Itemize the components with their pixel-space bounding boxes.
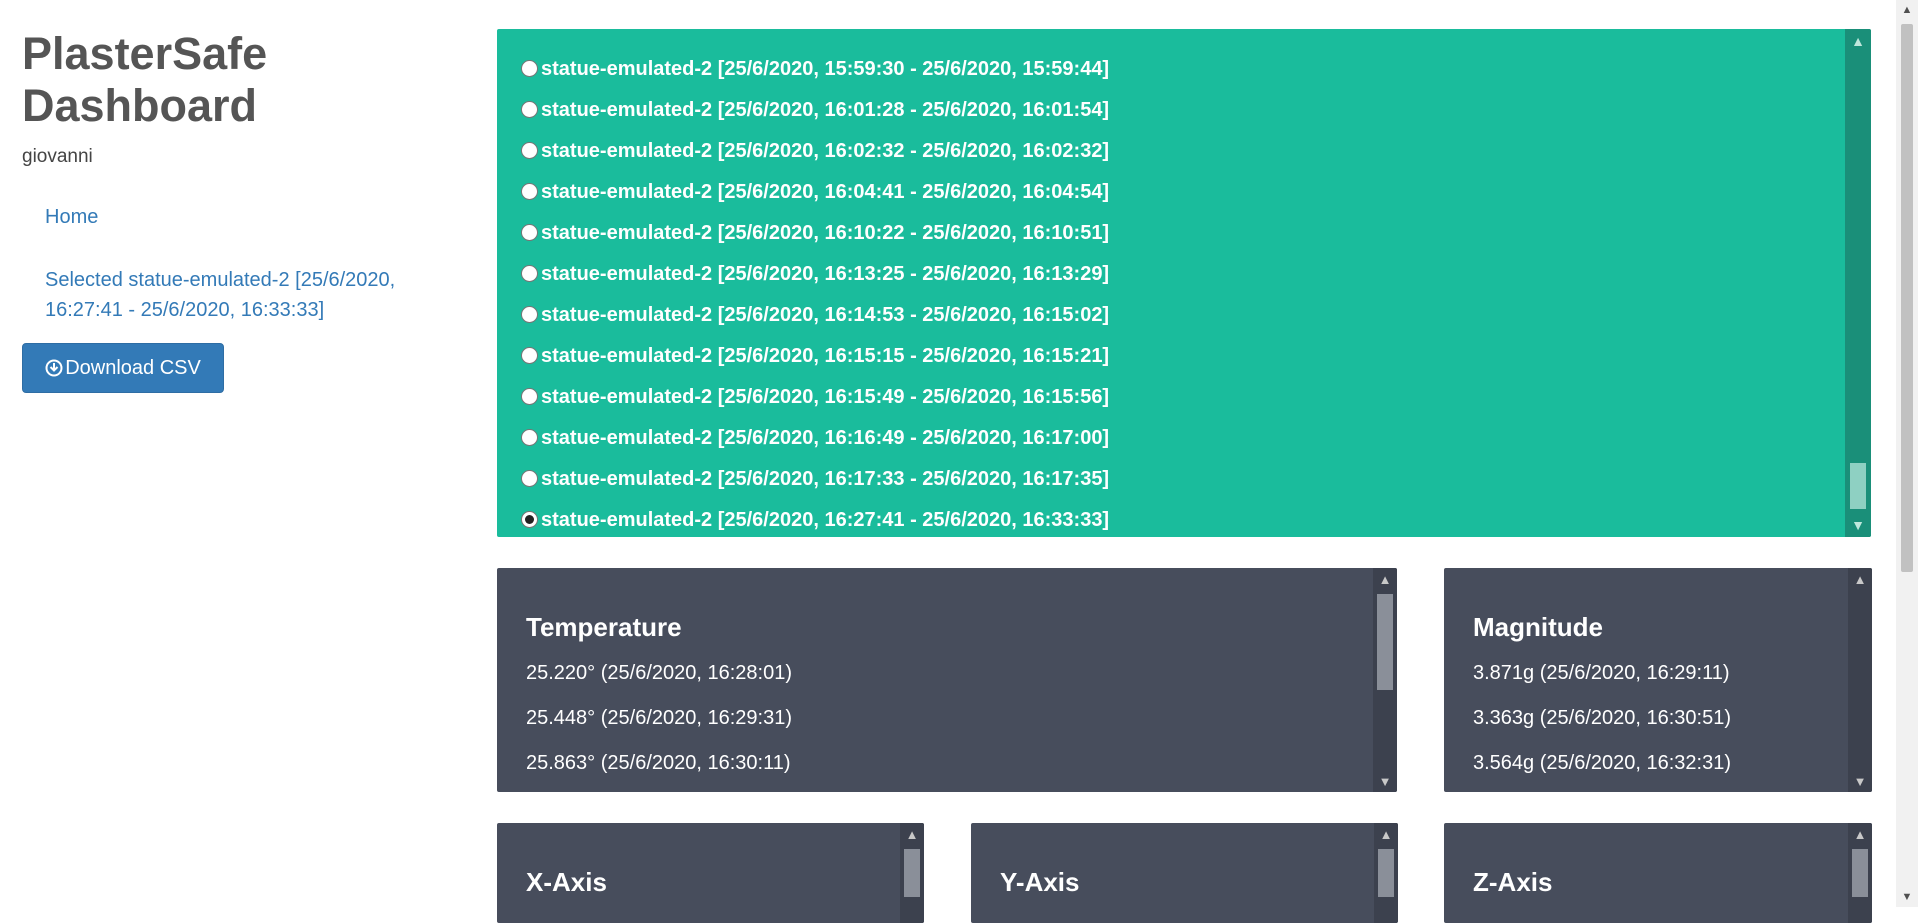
scroll-down-arrow-icon[interactable]: ▼ xyxy=(1848,770,1872,792)
z-axis-title: Z-Axis xyxy=(1473,867,1553,897)
scrollbar-thumb[interactable] xyxy=(1852,849,1868,897)
page-scroll-up-icon[interactable]: ▲ xyxy=(1896,0,1918,20)
x-axis-card: X-Axis ▲ xyxy=(497,823,924,923)
session-label: statue-emulated-2 [25/6/2020, 16:17:33 -… xyxy=(541,468,1110,490)
session-radio[interactable] xyxy=(521,511,538,528)
session-label: statue-emulated-2 [25/6/2020, 16:14:53 -… xyxy=(541,304,1110,326)
y-axis-title: Y-Axis xyxy=(1000,867,1080,897)
scroll-up-arrow-icon[interactable]: ▲ xyxy=(1373,568,1397,590)
session-row[interactable]: statue-emulated-2 [25/6/2020, 16:15:49 -… xyxy=(521,378,1823,414)
session-label: statue-emulated-2 [25/6/2020, 16:04:41 -… xyxy=(541,181,1110,203)
session-row[interactable]: statue-emulated-2 [25/6/2020, 16:02:32 -… xyxy=(521,132,1823,168)
z-axis-card: Z-Axis ▲ xyxy=(1444,823,1872,923)
download-circle-icon xyxy=(45,359,63,377)
session-row[interactable]: statue-emulated-2 [25/6/2020, 16:15:15 -… xyxy=(521,337,1823,373)
session-row[interactable]: statue-emulated-2 [25/6/2020, 16:01:28 -… xyxy=(521,91,1823,127)
session-label: statue-emulated-2 [25/6/2020, 16:02:32 -… xyxy=(541,140,1110,162)
nav-home-link[interactable]: Home xyxy=(45,202,98,232)
session-radio[interactable] xyxy=(521,388,538,405)
app-title: PlasterSafe Dashboard xyxy=(22,28,268,131)
session-row[interactable]: statue-emulated-2 [25/6/2020, 16:14:53 -… xyxy=(521,296,1823,332)
scrollbar-thumb[interactable] xyxy=(904,849,920,897)
session-radio[interactable] xyxy=(521,60,538,77)
y-axis-scrollbar[interactable]: ▲ xyxy=(1374,823,1398,923)
download-csv-label: Download CSV xyxy=(65,356,201,379)
temperature-title: Temperature xyxy=(526,612,682,642)
download-csv-button[interactable]: Download CSV xyxy=(22,343,224,393)
session-list: statue-emulated-2 [25/6/2020, 15:59:30 -… xyxy=(497,29,1871,537)
session-label: statue-emulated-2 [25/6/2020, 16:15:49 -… xyxy=(541,386,1110,408)
scrollbar-thumb[interactable] xyxy=(1850,463,1866,509)
session-row[interactable]: statue-emulated-2 [25/6/2020, 16:16:49 -… xyxy=(521,419,1823,455)
y-axis-card: Y-Axis ▲ xyxy=(971,823,1398,923)
session-label: statue-emulated-2 [25/6/2020, 16:27:41 -… xyxy=(541,509,1110,531)
session-label: statue-emulated-2 [25/6/2020, 16:01:28 -… xyxy=(541,99,1110,121)
magnitude-scrollbar[interactable]: ▲ ▼ xyxy=(1848,568,1872,792)
session-row[interactable]: statue-emulated-2 [25/6/2020, 16:04:41 -… xyxy=(521,173,1823,209)
magnitude-reading: 3.363g (25/6/2020, 16:30:51) xyxy=(1473,707,1731,729)
session-radio[interactable] xyxy=(521,470,538,487)
page-scroll-down-icon[interactable]: ▼ xyxy=(1896,887,1918,907)
session-radio[interactable] xyxy=(521,347,538,364)
session-radio[interactable] xyxy=(521,142,538,159)
nav-selected-session-link[interactable]: Selected statue-emulated-2 [25/6/2020, 1… xyxy=(45,265,425,325)
session-radio[interactable] xyxy=(521,306,538,323)
page-scrollbar-thumb[interactable] xyxy=(1901,24,1913,572)
username: giovanni xyxy=(22,146,93,167)
session-row[interactable]: statue-emulated-2 [25/6/2020, 15:59:30 -… xyxy=(521,50,1823,86)
session-label: statue-emulated-2 [25/6/2020, 16:15:15 -… xyxy=(541,345,1110,367)
session-radio[interactable] xyxy=(521,101,538,118)
x-axis-scrollbar[interactable]: ▲ xyxy=(900,823,924,923)
z-axis-scrollbar[interactable]: ▲ xyxy=(1848,823,1872,923)
session-radio[interactable] xyxy=(521,429,538,446)
session-row[interactable]: statue-emulated-2 [25/6/2020, 16:10:22 -… xyxy=(521,214,1823,250)
scrollbar-thumb[interactable] xyxy=(1377,594,1393,690)
scrollbar-thumb[interactable] xyxy=(1378,849,1394,897)
scroll-up-arrow-icon[interactable]: ▲ xyxy=(1374,823,1398,845)
scroll-up-arrow-icon[interactable]: ▲ xyxy=(1845,29,1871,53)
magnitude-title: Magnitude xyxy=(1473,612,1603,642)
session-radio[interactable] xyxy=(521,183,538,200)
scroll-up-arrow-icon[interactable]: ▲ xyxy=(1848,568,1872,590)
temperature-reading: 25.220° (25/6/2020, 16:28:01) xyxy=(526,662,792,684)
temperature-reading: 25.448° (25/6/2020, 16:29:31) xyxy=(526,707,792,729)
session-label: statue-emulated-2 [25/6/2020, 16:16:49 -… xyxy=(541,427,1110,449)
session-row[interactable]: statue-emulated-2 [25/6/2020, 16:27:41 -… xyxy=(521,501,1823,537)
magnitude-card: Magnitude 3.871g (25/6/2020, 16:29:11) 3… xyxy=(1444,568,1872,792)
magnitude-reading: 3.871g (25/6/2020, 16:29:11) xyxy=(1473,662,1730,684)
magnitude-reading: 3.564g (25/6/2020, 16:32:31) xyxy=(1473,752,1731,774)
temperature-card: Temperature 25.220° (25/6/2020, 16:28:01… xyxy=(497,568,1397,792)
session-row[interactable]: statue-emulated-2 [25/6/2020, 16:17:33 -… xyxy=(521,460,1823,496)
session-radio[interactable] xyxy=(521,265,538,282)
temperature-scrollbar[interactable]: ▲ ▼ xyxy=(1373,568,1397,792)
session-label: statue-emulated-2 [25/6/2020, 15:59:30 -… xyxy=(541,58,1110,80)
scroll-up-arrow-icon[interactable]: ▲ xyxy=(900,823,924,845)
page-scrollbar[interactable]: ▲ ▼ xyxy=(1896,0,1918,907)
session-row[interactable]: statue-emulated-2 [25/6/2020, 16:13:25 -… xyxy=(521,255,1823,291)
temperature-reading: 25.863° (25/6/2020, 16:30:11) xyxy=(526,752,791,774)
scroll-down-arrow-icon[interactable]: ▼ xyxy=(1845,513,1871,537)
session-radio[interactable] xyxy=(521,224,538,241)
x-axis-title: X-Axis xyxy=(526,867,607,897)
session-list-scrollbar[interactable]: ▲ ▼ xyxy=(1845,29,1871,537)
scroll-up-arrow-icon[interactable]: ▲ xyxy=(1848,823,1872,845)
session-label: statue-emulated-2 [25/6/2020, 16:13:25 -… xyxy=(541,263,1110,285)
session-label: statue-emulated-2 [25/6/2020, 16:10:22 -… xyxy=(541,222,1110,244)
scroll-down-arrow-icon[interactable]: ▼ xyxy=(1373,770,1397,792)
